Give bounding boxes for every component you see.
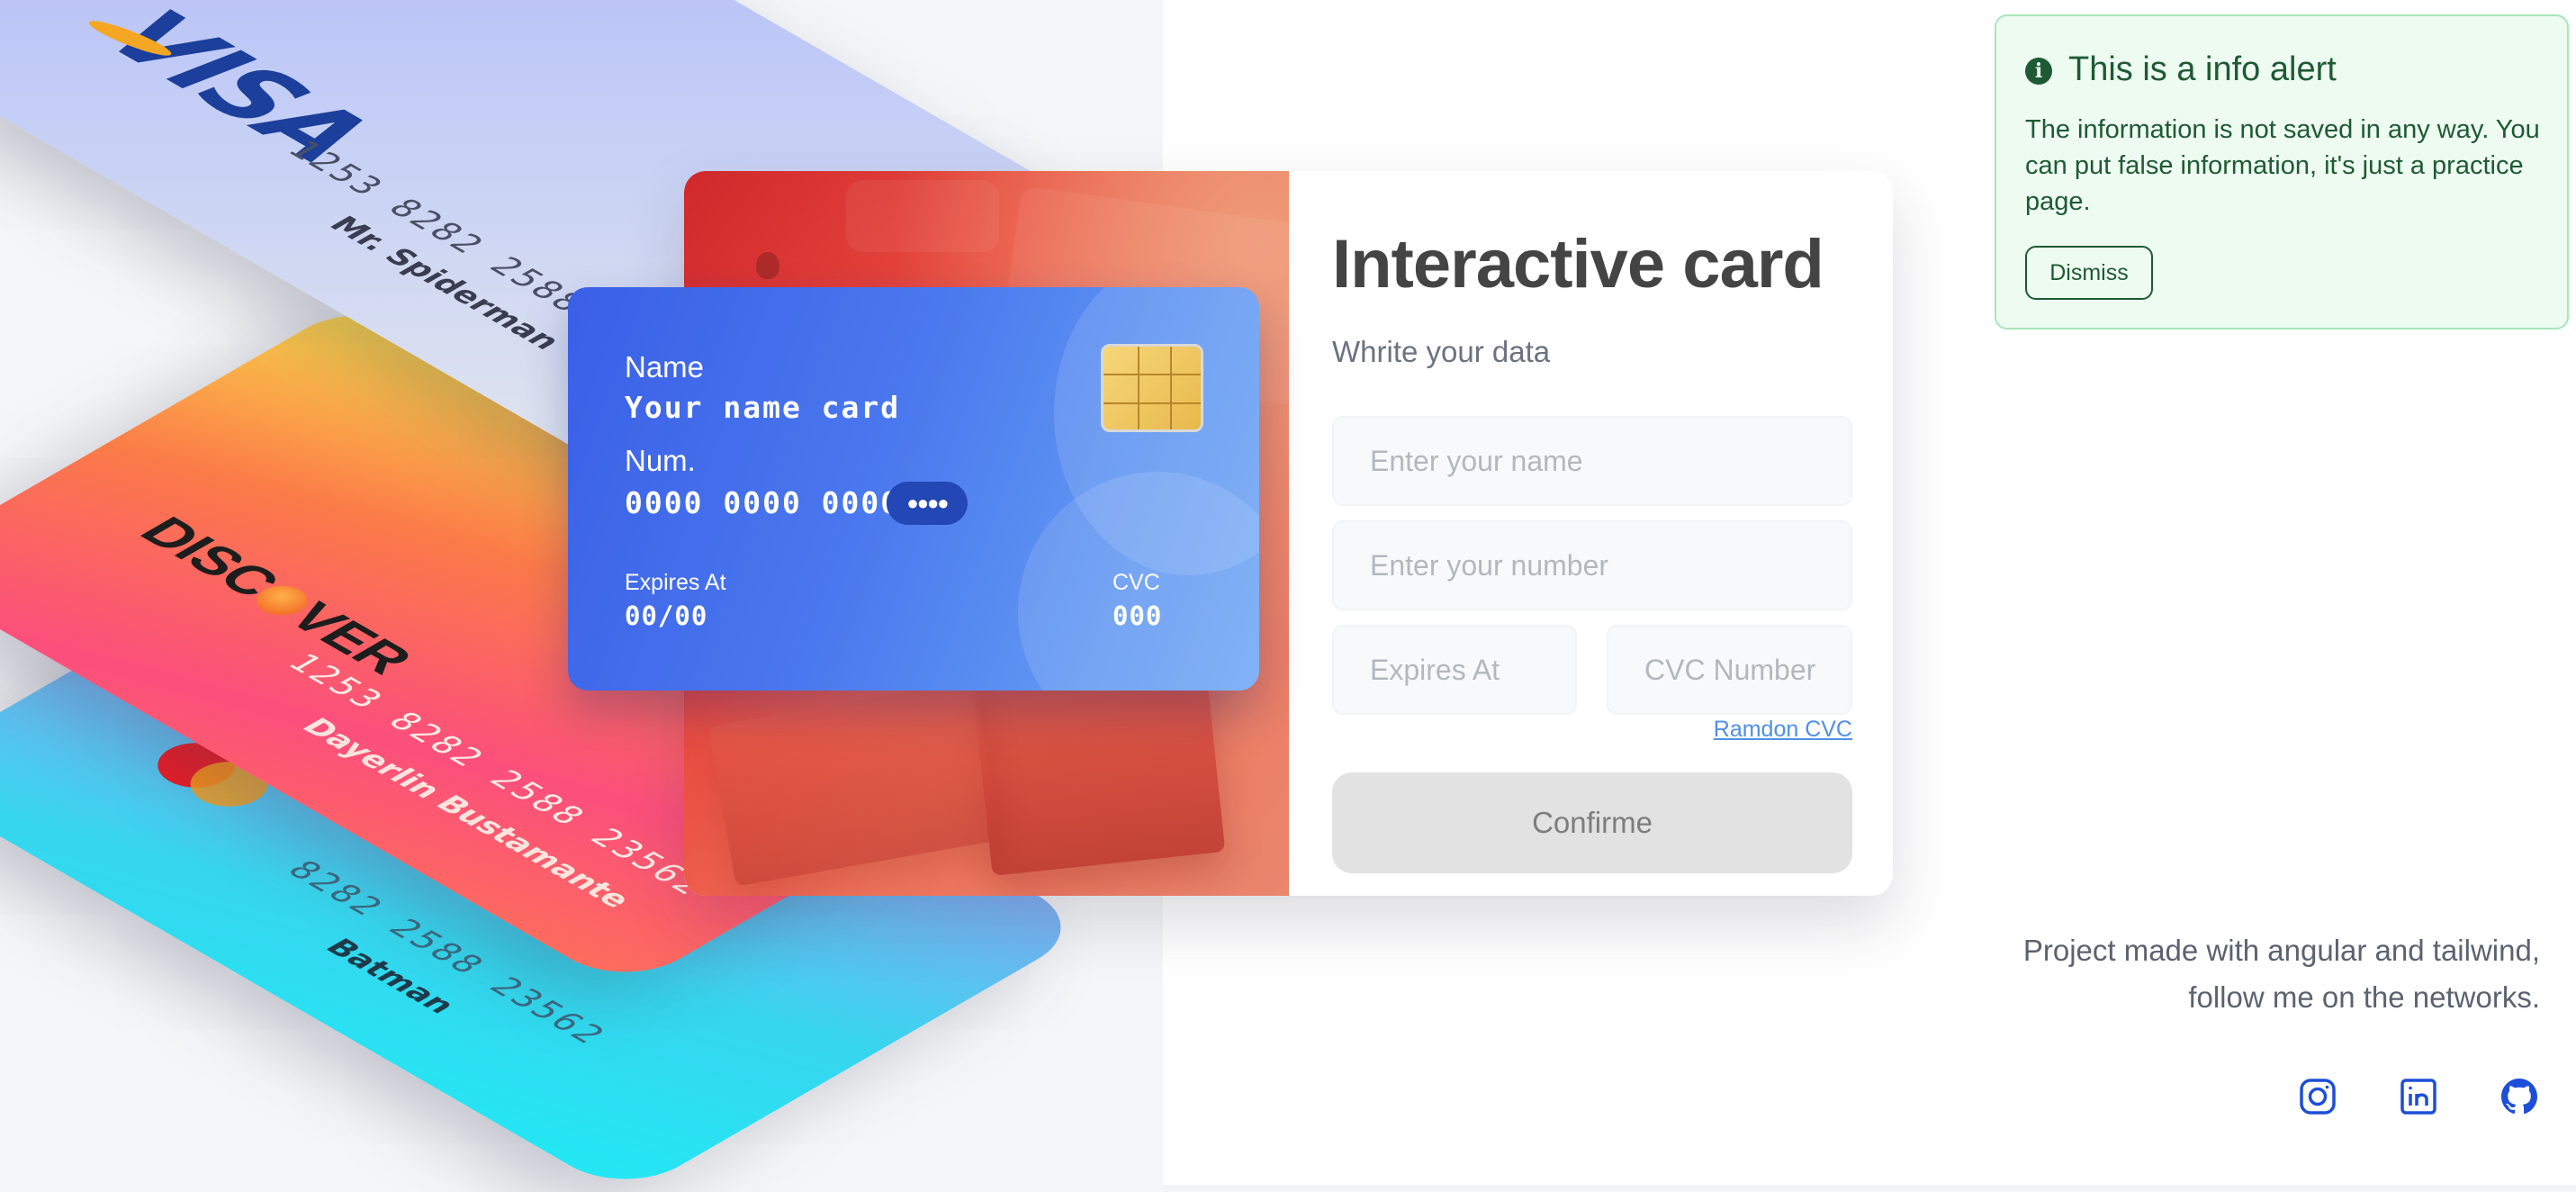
expires-input[interactable] [1332,625,1577,715]
linkedin-icon[interactable] [2397,1075,2440,1118]
discover-logo: DISCVER [126,509,426,682]
name-value: Your name card [625,390,901,425]
cvc-input[interactable] [1607,625,1852,715]
page-subtitle: Whrite your data [1332,335,1551,368]
cvc-value: 000 [1112,601,1163,631]
confirm-button[interactable]: Confirme [1332,772,1852,873]
alert-text: The information is not saved in any way.… [2025,115,2540,216]
card-form: Interactive card Whrite your data Ramdon… [1332,171,1863,896]
chip-icon [1101,344,1203,432]
page-title: Interactive card [1332,226,1824,303]
number-label: Num. [625,444,696,477]
number-mask-badge: ●●●● [887,482,968,525]
cvc-label: CVC [1112,570,1160,595]
footer-line-1: Project made with angular and tailwind, [2022,934,2540,967]
expires-label: Expires At [625,570,726,595]
card-name-input[interactable] [1332,416,1852,506]
footer-text: Project made with angular and tailwind, … [1910,927,2540,1021]
alert-title: This is a info alert [2068,50,2337,88]
random-cvc-link[interactable]: Ramdon CVC [1714,717,1852,743]
instagram-icon[interactable] [2296,1075,2339,1118]
info-alert: i This is a info alert The information i… [1995,14,2569,330]
bottom-divider [1163,1185,2576,1192]
visa-logo: VISA [80,0,395,177]
github-icon[interactable] [2498,1075,2541,1118]
dismiss-button[interactable]: Dismiss [2025,246,2153,300]
number-value: 0000 0000 0000 [625,485,901,520]
footer-line-2: follow me on the networks. [2188,980,2540,1014]
card-number-input[interactable] [1332,520,1852,610]
apple-logo-icon [756,252,779,279]
name-label: Name [625,350,705,384]
info-icon: i [2025,58,2052,85]
card-preview: Name Your name card Num. 0000 0000 0000 … [568,287,1259,691]
expires-value: 00/00 [625,601,708,631]
